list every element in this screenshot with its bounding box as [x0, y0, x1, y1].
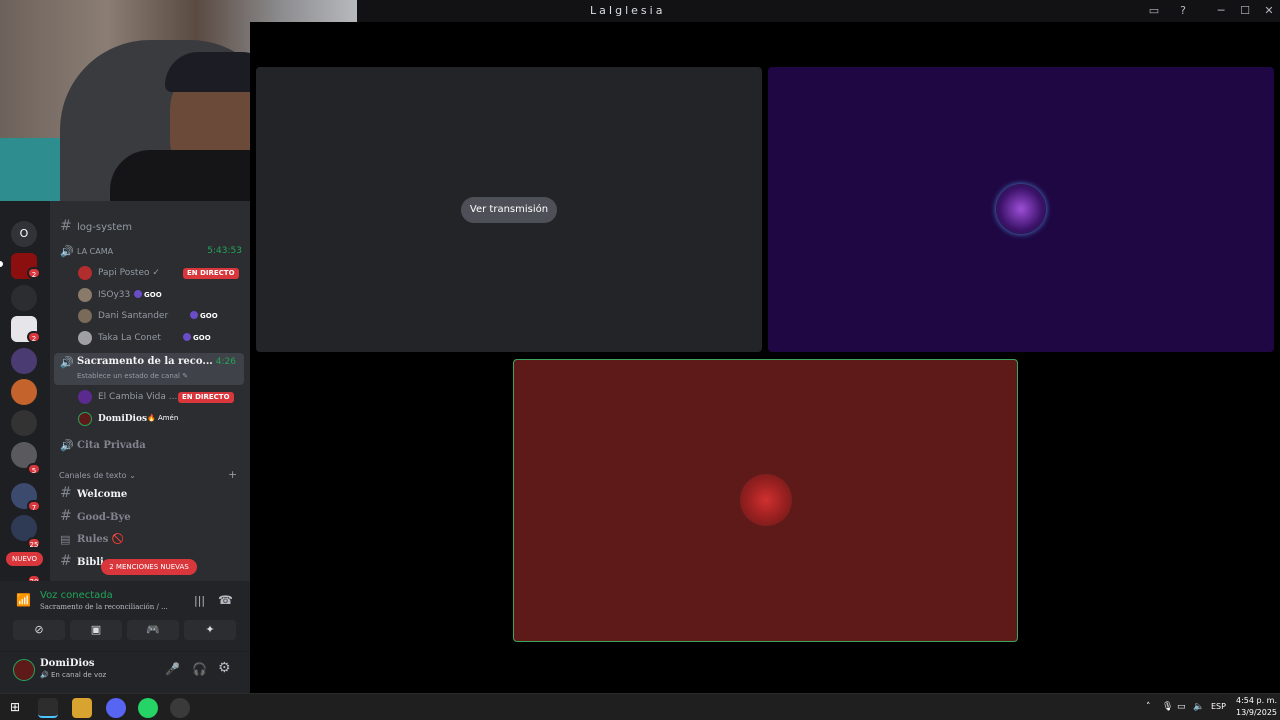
- maximize-button[interactable]: ☐: [1237, 3, 1253, 19]
- channel-log-system[interactable]: # log-system: [50, 217, 250, 239]
- server-home[interactable]: O: [11, 221, 37, 247]
- noise-suppression-icon[interactable]: |||: [194, 594, 205, 607]
- user-name[interactable]: DomiDios: [40, 658, 95, 669]
- gear-icon[interactable]: ⚙: [218, 660, 231, 676]
- channel-welcome[interactable]: # Welcome: [50, 484, 250, 506]
- avatar[interactable]: [13, 659, 35, 681]
- watch-stream-button[interactable]: Ver transmisión: [461, 197, 557, 223]
- avatar: [78, 412, 92, 426]
- window-title: LaIglesia: [590, 4, 666, 17]
- avatar: [78, 390, 92, 404]
- status-badge: 🔥 Amén: [147, 414, 179, 422]
- new-mentions-badge[interactable]: 2 MENCIONES NUEVAS: [101, 559, 197, 575]
- hash-icon: #: [60, 485, 72, 501]
- headphones-icon[interactable]: 🎧: [192, 662, 207, 676]
- discord-icon[interactable]: [106, 698, 126, 718]
- microphone-icon[interactable]: 🎤: [165, 662, 180, 676]
- voice-channel-cita-privada[interactable]: 🔊 Cita Privada: [50, 435, 250, 457]
- avatar: [740, 474, 792, 526]
- status-badge: GOO: [183, 333, 211, 342]
- server-icon[interactable]: [11, 348, 37, 374]
- close-button[interactable]: ✕: [1261, 3, 1277, 19]
- clock-date[interactable]: 13/9/2025: [1236, 708, 1277, 717]
- clock-time[interactable]: 4:54 p. m.: [1236, 696, 1277, 705]
- file-explorer-icon[interactable]: [72, 698, 92, 718]
- edge-icon[interactable]: [38, 698, 58, 718]
- soundboard-button[interactable]: ✦: [184, 620, 236, 640]
- user-panel: DomiDios 🔊 En canal de voz 🎤 🎧 ⚙: [0, 651, 250, 693]
- hash-icon: #: [60, 553, 72, 569]
- speaker-icon: 🔊: [60, 245, 74, 258]
- avatar: [78, 331, 92, 345]
- live-badge: EN DIRECTO: [178, 392, 234, 403]
- voice-user[interactable]: Dani Santander GOO: [50, 306, 250, 327]
- server-pill: [0, 261, 3, 267]
- discord-app: LaIglesia ▭ ? ─ ☐ ✕ O 2 2 5 7 25 NUEVO 2…: [0, 0, 1280, 720]
- help-icon[interactable]: ?: [1175, 3, 1191, 19]
- disconnect-icon[interactable]: ☎: [218, 593, 233, 607]
- windows-taskbar: ⊞ ˄ 🎙 ▭ 🔈 ESP 4:54 p. m. 13/9/2025: [0, 693, 1280, 720]
- voice-connection-panel: 📶 Voz conectada Sacramento de la reconci…: [0, 581, 250, 651]
- hash-icon: #: [60, 508, 72, 524]
- server-icon[interactable]: [11, 379, 37, 405]
- voice-timer: 5:43:53: [207, 246, 242, 256]
- user-tile[interactable]: [768, 67, 1274, 352]
- channel-status[interactable]: Establece un estado de canal ✎: [77, 372, 188, 380]
- avatar: [78, 309, 92, 323]
- activities-button[interactable]: 🎮: [127, 620, 179, 640]
- channel-list: # log-system 🔊 LA CAMA 5:43:53 Papi Post…: [50, 201, 250, 581]
- screen-share-button[interactable]: ▣: [70, 620, 122, 640]
- add-friend-icon[interactable]: [11, 285, 37, 311]
- windows-start-icon[interactable]: ⊞: [10, 700, 20, 714]
- rules-icon: ▤: [60, 533, 71, 546]
- voice-channel-name[interactable]: Sacramento de la reconciliación / ...: [40, 603, 168, 611]
- text-channels-category[interactable]: Canales de texto ⌄: [59, 471, 136, 480]
- status-badge: GOO: [190, 311, 218, 320]
- voice-stage: Ver transmisión: [250, 22, 1280, 693]
- network-icon[interactable]: ▭: [1177, 702, 1186, 712]
- channel-rules[interactable]: ▤ Rules 🚫: [50, 529, 250, 551]
- server-badge: 2: [27, 331, 41, 343]
- channel-good-bye[interactable]: # Good-Bye: [50, 507, 250, 529]
- signal-icon[interactable]: 📶: [16, 593, 31, 607]
- minimize-button[interactable]: ─: [1213, 3, 1229, 19]
- language-indicator[interactable]: ESP: [1211, 702, 1226, 711]
- speaker-icon: 🔊: [60, 356, 74, 369]
- server-badge: 25: [27, 537, 41, 549]
- user-status: 🔊 En canal de voz: [40, 671, 107, 679]
- hash-icon: #: [60, 218, 72, 234]
- app-icon[interactable]: [170, 698, 190, 718]
- inbox-icon[interactable]: ▭: [1146, 3, 1162, 19]
- microphone-icon[interactable]: 🎙: [1162, 702, 1173, 712]
- voice-user[interactable]: Papi Posteo ✓ EN DIRECTO: [50, 263, 250, 284]
- voice-user-self[interactable]: DomiDios 🔥 Amén: [50, 409, 250, 430]
- chevron-up-icon[interactable]: ˄: [1146, 702, 1151, 712]
- stream-tile[interactable]: Ver transmisión: [256, 67, 762, 352]
- voice-status[interactable]: Voz conectada: [40, 590, 113, 601]
- voice-channel-active[interactable]: 🔊 Sacramento de la reco... 4:26 Establec…: [54, 353, 244, 385]
- voice-user[interactable]: El Cambia Vida ... EN DIRECTO: [50, 387, 250, 408]
- new-badge[interactable]: NUEVO: [6, 552, 43, 566]
- server-icon[interactable]: [11, 410, 37, 436]
- camera-off-button[interactable]: ⊘: [13, 620, 65, 640]
- whatsapp-icon[interactable]: [138, 698, 158, 718]
- server-badge: 7: [27, 500, 41, 512]
- speaker-icon: 🔊: [60, 439, 74, 452]
- voice-user[interactable]: ISOy33 GOO: [50, 285, 250, 306]
- avatar: [78, 266, 92, 280]
- server-badge: 5: [27, 463, 41, 475]
- add-channel-icon[interactable]: +: [228, 468, 237, 481]
- voice-timer: 4:26: [215, 357, 236, 367]
- live-badge: EN DIRECTO: [183, 268, 239, 279]
- server-badge: 2: [27, 267, 41, 279]
- voice-user[interactable]: Taka La Conet GOO: [50, 328, 250, 349]
- avatar: [78, 288, 92, 302]
- voice-channel-la-cama[interactable]: 🔊 LA CAMA 5:43:53: [50, 241, 250, 263]
- avatar: [996, 184, 1046, 234]
- volume-icon[interactable]: 🔈: [1193, 702, 1204, 712]
- status-badge: GOO: [134, 290, 162, 299]
- user-tile-speaking[interactable]: [513, 359, 1018, 642]
